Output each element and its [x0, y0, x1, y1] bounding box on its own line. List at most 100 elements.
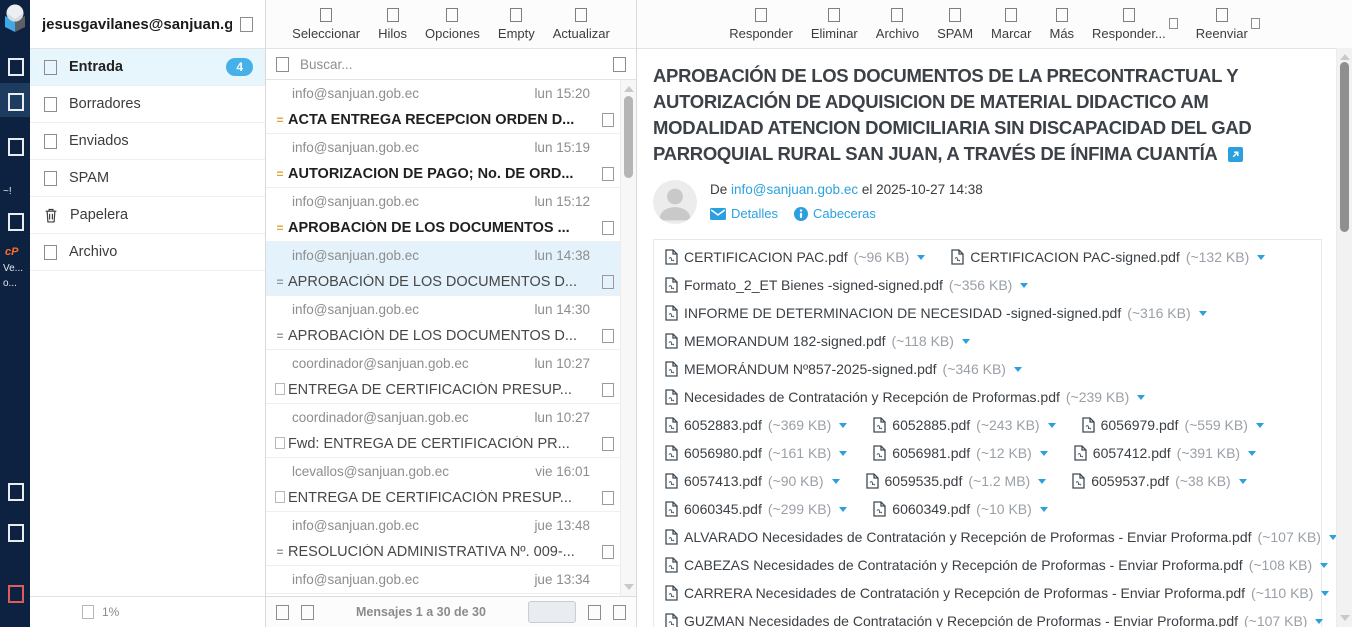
reader-toolbar-button[interactable]: Más	[1049, 8, 1074, 41]
folder-item[interactable]: SPAM	[30, 160, 265, 197]
message-checkbox[interactable]	[602, 113, 614, 127]
first-page-icon[interactable]	[276, 605, 289, 620]
rail-text-fragment-top[interactable]: ~!	[3, 186, 12, 197]
message-checkbox[interactable]	[602, 491, 614, 505]
rail-logout-icon[interactable]	[8, 585, 24, 603]
attachment-name[interactable]: CARRERA Necesidades de Contratación y Re…	[684, 585, 1245, 601]
attachment-name[interactable]: CERTIFICACION PAC.pdf	[684, 249, 848, 265]
list-toolbar-button[interactable]: Seleccionar	[292, 8, 360, 41]
reader-toolbar-button[interactable]: Reenviar	[1196, 8, 1248, 41]
attachment-name[interactable]: 6057412.pdf	[1093, 445, 1171, 461]
attachment-dropdown-icon[interactable]	[1040, 451, 1048, 456]
from-email-link[interactable]: info@sanjuan.gob.ec	[731, 182, 858, 197]
attachment-name[interactable]: 6057413.pdf	[684, 473, 762, 489]
folder-item[interactable]: Archivo	[30, 234, 265, 271]
webmail-logo[interactable]	[2, 3, 28, 33]
search-input[interactable]	[298, 56, 604, 73]
attachment-dropdown-icon[interactable]	[1137, 395, 1145, 400]
attachment-dropdown-icon[interactable]	[962, 339, 970, 344]
scrollbar-thumb[interactable]	[624, 96, 633, 178]
attachment-dropdown-icon[interactable]	[1315, 619, 1323, 624]
scroll-up-arrow[interactable]	[624, 86, 634, 92]
attachment-dropdown-icon[interactable]	[1257, 255, 1265, 260]
attachment-dropdown-icon[interactable]	[832, 479, 840, 484]
message-list-item[interactable]: info@sanjuan.gob.ec lun 15:20 ACTA ENTRE…	[266, 80, 636, 134]
reader-toolbar-button[interactable]: Archivo	[876, 8, 919, 41]
rail-mail-icon[interactable]	[8, 93, 24, 111]
attachment-dropdown-icon[interactable]	[839, 423, 847, 428]
rail-about-icon[interactable]	[8, 524, 24, 542]
attachment-name[interactable]: GUZMAN Necesidades de Contratación y Rec…	[684, 613, 1238, 627]
folder-item[interactable]: Papelera	[30, 197, 265, 234]
next-page-icon[interactable]	[588, 605, 601, 620]
message-list-item[interactable]: coordinador@sanjuan.gob.ec lun 10:27 ENT…	[266, 350, 636, 404]
attachment-name[interactable]: 6052883.pdf	[684, 417, 762, 433]
scroll-down-arrow[interactable]	[1340, 615, 1350, 621]
list-toolbar-button[interactable]: Empty	[498, 8, 535, 41]
rail-text-fragment-mid1[interactable]: Ve...	[3, 263, 23, 274]
attachment-name[interactable]: 6056979.pdf	[1101, 417, 1179, 433]
attachment-name[interactable]: 6060345.pdf	[684, 501, 762, 517]
page-number-input[interactable]	[528, 601, 576, 623]
attachment-dropdown-icon[interactable]	[1239, 479, 1247, 484]
attachment-dropdown-icon[interactable]	[1014, 367, 1022, 372]
message-checkbox[interactable]	[602, 383, 614, 397]
attachment-name[interactable]: Formato_2_ET Bienes -signed-signed.pdf	[684, 277, 943, 293]
rail-settings-icon[interactable]	[8, 213, 24, 231]
rail-text-fragment-mid2[interactable]: o...	[3, 278, 17, 289]
message-checkbox[interactable]	[602, 275, 614, 289]
attachment-name[interactable]: 6059537.pdf	[1091, 473, 1169, 489]
scroll-up-arrow[interactable]	[1340, 54, 1350, 60]
list-toolbar-button[interactable]: Actualizar	[553, 8, 610, 41]
attachment-name[interactable]: 6059535.pdf	[885, 473, 963, 489]
attachment-dropdown-icon[interactable]	[1040, 507, 1048, 512]
search-options-icon[interactable]	[613, 57, 626, 72]
attachment-name[interactable]: ALVARADO Necesidades de Contratación y R…	[684, 529, 1252, 545]
attachment-name[interactable]: CERTIFICACION PAC-signed.pdf	[970, 249, 1180, 265]
folder-item[interactable]: Borradores	[30, 86, 265, 123]
list-toolbar-button[interactable]: Hilos	[378, 8, 407, 41]
headers-toggle[interactable]: Cabeceras	[794, 206, 876, 221]
attachment-name[interactable]: 6056981.pdf	[892, 445, 970, 461]
attachment-name[interactable]: Necesidades de Contratación y Recepción …	[684, 389, 1060, 405]
list-toolbar-button[interactable]: Opciones	[425, 8, 480, 41]
scroll-down-arrow[interactable]	[624, 584, 634, 590]
folder-item[interactable]: Enviados	[30, 123, 265, 160]
message-checkbox[interactable]	[602, 167, 614, 181]
attachment-name[interactable]: INFORME DE DETERMINACION DE NECESIDAD -s…	[684, 305, 1121, 321]
attachment-dropdown-icon[interactable]	[1256, 423, 1264, 428]
message-checkbox[interactable]	[602, 329, 614, 343]
folder-item[interactable]: Entrada 4	[30, 49, 265, 86]
toolbar-dropdown-icon[interactable]	[1251, 18, 1260, 29]
attachment-name[interactable]: MEMORÁNDUM Nº857-2025-signed.pdf	[684, 361, 937, 377]
attachment-dropdown-icon[interactable]	[1020, 283, 1028, 288]
attachment-dropdown-icon[interactable]	[1048, 423, 1056, 428]
attachment-dropdown-icon[interactable]	[839, 507, 847, 512]
attachment-name[interactable]: 6056980.pdf	[684, 445, 762, 461]
rail-help-icon[interactable]	[8, 483, 24, 501]
select-all-checkbox[interactable]	[276, 57, 289, 72]
message-list-item[interactable]: info@sanjuan.gob.ec jue 13:48 RESOLUCIÓN…	[266, 512, 636, 566]
attachment-name[interactable]: 6052885.pdf	[892, 417, 970, 433]
attachment-name[interactable]: 6060349.pdf	[892, 501, 970, 517]
message-list-item[interactable]: coordinador@sanjuan.gob.ec lun 10:27 Fwd…	[266, 404, 636, 458]
message-list-item[interactable]: info@sanjuan.gob.ec jue 13:34	[266, 566, 636, 594]
account-menu-icon[interactable]	[240, 17, 253, 32]
attachment-dropdown-icon[interactable]	[917, 255, 925, 260]
cpanel-logo[interactable]: cP	[5, 246, 18, 258]
message-checkbox[interactable]	[602, 221, 614, 235]
last-page-icon[interactable]	[613, 605, 626, 620]
message-list-item[interactable]: info@sanjuan.gob.ec lun 15:12 APROBACIÓN…	[266, 188, 636, 242]
details-toggle[interactable]: Detalles	[710, 206, 778, 221]
reader-toolbar-button[interactable]: Eliminar	[811, 8, 858, 41]
open-in-new-window-icon[interactable]	[1228, 147, 1243, 162]
attachment-name[interactable]: MEMORANDUM 182-signed.pdf	[684, 333, 886, 349]
reader-toolbar-button[interactable]: Responder	[729, 8, 793, 41]
rail-compose-icon[interactable]	[8, 58, 24, 76]
prev-page-icon[interactable]	[301, 605, 314, 620]
toolbar-dropdown-icon[interactable]	[1169, 18, 1178, 29]
attachment-dropdown-icon[interactable]	[1321, 591, 1329, 596]
scrollbar-thumb[interactable]	[1340, 62, 1349, 232]
rail-contacts-icon[interactable]	[8, 138, 24, 156]
attachment-dropdown-icon[interactable]	[1199, 311, 1207, 316]
